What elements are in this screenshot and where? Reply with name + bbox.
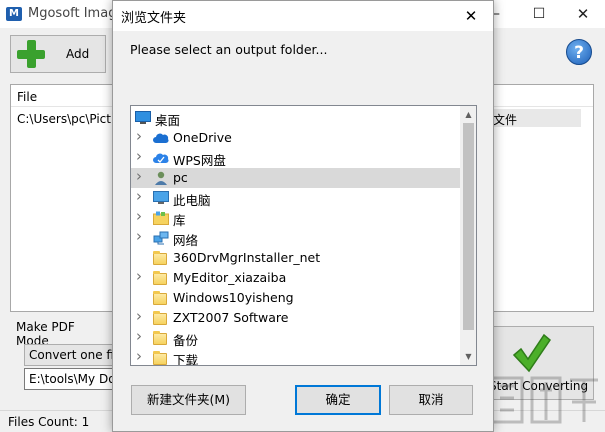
plus-icon	[17, 40, 45, 68]
help-button[interactable]: ?	[566, 39, 592, 65]
user-icon	[153, 171, 169, 185]
tree-item[interactable]: › pc	[131, 168, 460, 188]
tree-item[interactable]: › 备份	[131, 328, 460, 349]
folder-icon	[153, 291, 167, 305]
file-type-cell: 文件	[489, 109, 581, 127]
maximize-button[interactable]: ☐	[516, 0, 562, 28]
chevron-right-icon[interactable]: ›	[136, 229, 146, 244]
file-type-text: 文件	[493, 113, 518, 127]
file-column-header[interactable]: File	[17, 90, 37, 104]
wps-cloud-icon	[153, 151, 169, 165]
tree-item-label: WPS网盘	[173, 153, 226, 168]
computer-icon	[153, 191, 169, 205]
cancel-button[interactable]: 取消	[389, 385, 473, 415]
tree-item-label: OneDrive	[173, 130, 232, 145]
tree-item[interactable]: › 下载	[131, 348, 460, 366]
dialog-prompt: Please select an output folder...	[130, 42, 328, 57]
tree-item-label: 网络	[173, 233, 199, 248]
tree-item[interactable]: › 网络	[131, 228, 460, 249]
output-path-field[interactable]: E:\tools\My Doc\	[24, 368, 114, 390]
pdf-mode-group: Make PDF Mode Convert one file t E:\tool…	[10, 318, 114, 398]
scroll-down-arrow-icon[interactable]: ▼	[460, 348, 476, 365]
app-logo-icon: M	[6, 7, 22, 21]
folder-icon	[153, 311, 167, 325]
tree-scrollbar[interactable]: ▲ ▼	[460, 106, 476, 365]
tree-item-label: MyEditor_xiazaiba	[173, 270, 287, 285]
folder-tree[interactable]: 桌面 › OneDrive › WPS网盘 › pc › 此电脑 › 库 › 网络 360DrvMgrIn…	[130, 105, 477, 366]
tree-item-label: 下载	[173, 353, 199, 366]
files-count-text: Files Count: 1	[8, 415, 90, 429]
scroll-up-arrow-icon[interactable]: ▲	[460, 106, 476, 123]
new-folder-button[interactable]: 新建文件夹(M)	[131, 385, 246, 415]
folder-icon	[153, 351, 167, 365]
library-icon	[153, 211, 169, 225]
chevron-right-icon[interactable]: ›	[136, 209, 146, 224]
tree-item-label: 桌面	[155, 113, 181, 128]
tree-item-label: 此电脑	[173, 193, 211, 208]
network-icon	[153, 231, 169, 245]
ok-button[interactable]: 确定	[295, 385, 381, 415]
tree-item-label: pc	[173, 170, 188, 185]
chevron-right-icon[interactable]: ›	[136, 169, 146, 184]
chevron-right-icon[interactable]: ›	[136, 189, 146, 204]
tree-item-label: 库	[173, 213, 186, 228]
tree-item[interactable]: › 此电脑	[131, 188, 460, 209]
chevron-right-icon[interactable]: ›	[136, 309, 146, 324]
chevron-right-icon[interactable]: ›	[136, 329, 146, 344]
tree-item[interactable]: › ZXT2007 Software	[131, 308, 460, 328]
chevron-right-icon[interactable]: ›	[136, 269, 146, 284]
tree-item[interactable]: › 库	[131, 208, 460, 229]
folder-icon	[153, 331, 167, 345]
scroll-thumb[interactable]	[463, 123, 474, 330]
tree-item[interactable]: › OneDrive	[131, 128, 460, 148]
chevron-right-icon[interactable]: ›	[136, 129, 146, 144]
tree-item[interactable]: › MyEditor_xiazaiba	[131, 268, 460, 288]
add-button-label: Add	[66, 47, 90, 61]
onedrive-cloud-icon	[153, 131, 169, 145]
add-button[interactable]: Add	[10, 35, 106, 73]
pdf-mode-select[interactable]: Convert one file t	[24, 344, 114, 366]
browse-folder-dialog: 浏览文件夹 ✕ Please select an output folder..…	[112, 0, 494, 432]
tree-item[interactable]: 360DrvMgrInstaller_net	[131, 248, 460, 268]
watermark-logo	[490, 376, 598, 424]
dialog-close-button[interactable]: ✕	[449, 1, 493, 31]
close-button[interactable]: ✕	[560, 0, 605, 28]
tree-item-label: Windows10yisheng	[173, 290, 294, 305]
dialog-titlebar: 浏览文件夹 ✕	[113, 1, 493, 31]
folder-icon	[153, 271, 167, 285]
tree-item[interactable]: 桌面	[131, 108, 460, 128]
dialog-title: 浏览文件夹	[121, 11, 187, 26]
check-icon	[512, 333, 551, 373]
tree-item[interactable]: › WPS网盘	[131, 148, 460, 169]
folder-icon	[153, 251, 167, 265]
tree-item-label: 备份	[173, 333, 199, 348]
tree-item-label: 360DrvMgrInstaller_net	[173, 250, 321, 265]
app-title: Mgosoft Image	[28, 6, 125, 21]
tree-item[interactable]: Windows10yisheng	[131, 288, 460, 308]
chevron-right-icon[interactable]: ›	[136, 349, 146, 364]
chevron-right-icon[interactable]: ›	[136, 149, 146, 164]
desktop-icon	[135, 111, 151, 125]
tree-item-label: ZXT2007 Software	[173, 310, 289, 325]
